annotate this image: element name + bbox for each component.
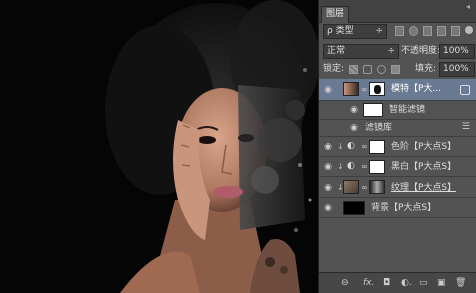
lock-position-icon[interactable] — [377, 65, 386, 74]
layer-name[interactable]: 色阶【P大点S】 — [391, 141, 456, 153]
lock-all-icon[interactable] — [391, 65, 400, 74]
fill-label: 填充: — [415, 64, 437, 74]
layer-name: 滤镜库 — [365, 123, 393, 133]
filter-type-icon[interactable] — [423, 26, 432, 36]
eye-icon[interactable]: ◉ — [349, 123, 359, 133]
link-icon: ∞ — [361, 162, 368, 171]
blend-mode-value: 正常 — [327, 46, 346, 56]
eye-icon[interactable]: ◉ — [323, 85, 333, 95]
portrait-image — [0, 0, 318, 293]
clip-arrow-icon: ↓ — [337, 162, 344, 171]
lock-label: 锁定: — [323, 64, 345, 74]
mask-icon[interactable]: ◘ — [383, 278, 390, 288]
eye-icon[interactable]: ◉ — [323, 142, 333, 152]
blend-mode-select[interactable]: 正常 ÷ — [323, 44, 399, 59]
layer-name[interactable]: 黑白【P大点S】 — [391, 161, 456, 173]
panel-bottom-bar: ⊖ fx. ◘ ◐. ▭ ▣ 🗑 — [319, 272, 476, 293]
fill-input[interactable]: 100% — [439, 62, 475, 77]
layer-mask-thumbnail[interactable] — [369, 160, 385, 174]
link-icon: ∞ — [361, 142, 368, 151]
link-icon[interactable]: ⊖ — [341, 278, 349, 288]
layer-mask-thumbnail[interactable] — [369, 180, 385, 194]
layer-thumbnail — [343, 82, 359, 96]
lock-transparent-icon[interactable] — [349, 65, 358, 74]
trash-icon[interactable]: 🗑 — [455, 278, 466, 288]
layer-name: 智能滤镜 — [389, 105, 426, 115]
adjustment-icon: ◐ — [347, 161, 355, 171]
eye-icon[interactable]: ◉ — [323, 203, 333, 213]
filter-toggle-icon[interactable] — [465, 26, 473, 34]
filter-options-icon[interactable]: ☰ — [462, 122, 470, 132]
document-canvas[interactable] — [0, 0, 318, 293]
layer-row-background[interactable]: ◉ 背景【P大点S】 — [319, 198, 476, 218]
lock-pixels-icon[interactable] — [363, 65, 372, 74]
folder-icon[interactable]: ▭ — [419, 278, 428, 288]
layer-mask-thumbnail[interactable] — [369, 82, 385, 96]
filter-row: ρ 类型 ÷ — [319, 22, 476, 40]
link-icon: ∞ — [361, 183, 368, 192]
opacity-input[interactable]: 100% — [439, 44, 475, 59]
chevron-down-icon: ÷ — [387, 46, 395, 56]
layer-row-filter-gallery[interactable]: ◉ 滤镜库 ☰ — [319, 120, 476, 137]
eye-icon[interactable]: ◉ — [349, 105, 359, 115]
filter-kind-label: ρ 类型 — [327, 26, 354, 36]
tab-layers[interactable]: 图层 — [321, 6, 350, 23]
filter-kind-select[interactable]: ρ 类型 ÷ — [323, 24, 387, 39]
layer-name[interactable]: 背景【P大点S】 — [371, 202, 436, 214]
blend-row: 正常 ÷ 不透明度: 100% — [319, 42, 476, 60]
filter-smart-object-icon[interactable] — [451, 26, 460, 36]
layers-panel: 图层 ◂ ρ 类型 ÷ 正常 ÷ 不透明度: 100% 锁定: 填充: 100%… — [318, 0, 476, 293]
layer-row-texture[interactable]: ◉ ↓ ∞ 纹理【P大点S】 — [319, 177, 476, 198]
layer-row-model[interactable]: ◉ ∞ 模特【P大... — [319, 79, 476, 101]
new-layer-icon[interactable]: ▣ — [437, 278, 446, 288]
adjustment-icon: ◐ — [347, 141, 355, 151]
eye-icon[interactable]: ◉ — [323, 183, 333, 193]
opacity-label: 不透明度: — [401, 46, 441, 56]
layer-thumbnail — [343, 201, 365, 215]
clip-arrow-icon: ↓ — [337, 142, 344, 151]
layer-row-levels[interactable]: ◉ ↓ ◐ ∞ 色阶【P大点S】 — [319, 137, 476, 157]
filter-mask-thumbnail[interactable] — [363, 103, 383, 117]
layer-thumbnail — [343, 180, 359, 194]
link-icon: ∞ — [361, 85, 368, 94]
filter-pixel-icon[interactable] — [395, 26, 404, 36]
collapse-icon[interactable]: ◂ — [466, 2, 470, 11]
panel-tab-bar: 图层 ◂ — [319, 0, 476, 23]
fx-icon[interactable]: fx. — [363, 278, 374, 288]
layer-name[interactable]: 模特【P大... — [391, 83, 441, 95]
layer-row-black-white[interactable]: ◉ ↓ ◐ ∞ 黑白【P大点S】 — [319, 157, 476, 177]
lock-row: 锁定: 填充: 100% — [319, 61, 476, 78]
layer-row-smart-filters[interactable]: ◉ 智能滤镜 — [319, 101, 476, 120]
filter-shape-icon[interactable] — [437, 26, 446, 36]
smart-object-icon — [460, 85, 470, 95]
filter-adjustment-icon[interactable] — [409, 26, 418, 36]
eye-icon[interactable]: ◉ — [323, 162, 333, 172]
layer-name[interactable]: 纹理【P大点S】 — [391, 182, 456, 194]
adjustment-icon[interactable]: ◐. — [401, 278, 412, 288]
chevron-down-icon: ÷ — [375, 26, 383, 36]
layer-mask-thumbnail[interactable] — [369, 140, 385, 154]
